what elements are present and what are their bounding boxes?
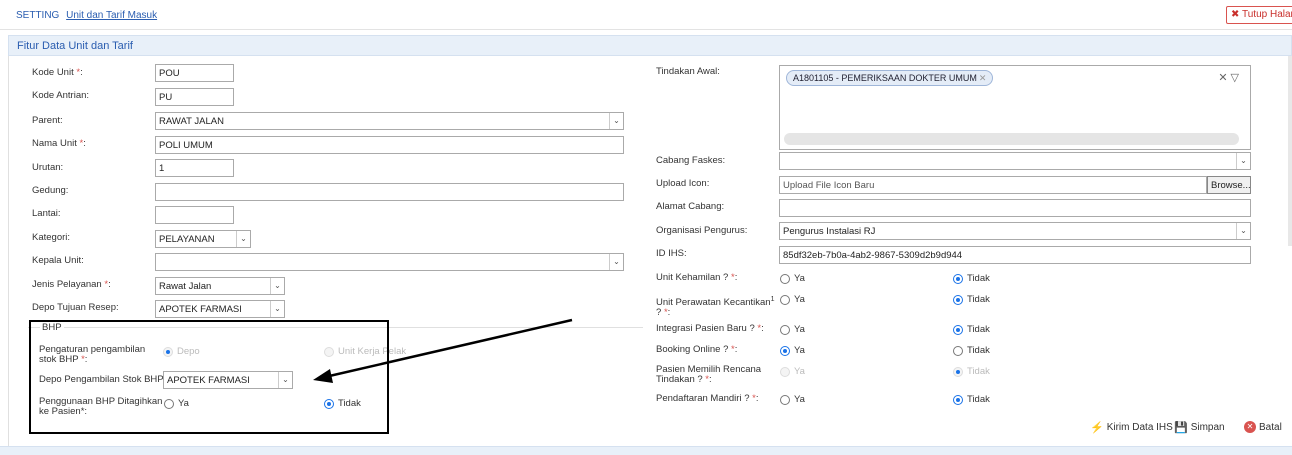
integrasi-tidak-radio[interactable]: Tidak: [953, 324, 990, 335]
kecantikan-label: Unit Perawatan Kecantikan1 ? *:: [656, 296, 775, 319]
radio-dot: [953, 294, 963, 305]
tindakan-awal-label: Tindakan Awal:: [656, 66, 720, 77]
id-ihs-input[interactable]: 85df32eb-7b0a-4ab2-9867-5309d2b9d944: [779, 246, 1251, 264]
radio-dot: [780, 394, 790, 405]
gedung-label: Gedung:: [32, 185, 69, 196]
batal-button[interactable]: ✕ Batal: [1244, 421, 1282, 433]
lightning-icon: ⚡: [1090, 422, 1104, 434]
radio-dot: [780, 324, 790, 335]
kategori-select[interactable]: PELAYANAN ⌄: [155, 230, 251, 248]
booking-tidak-radio[interactable]: Tidak: [953, 345, 990, 356]
kehamilan-label: Unit Kehamilan ? *:: [656, 272, 738, 283]
chevron-down-icon: ⌄: [270, 278, 284, 294]
rencana-ya-radio[interactable]: Ya: [780, 366, 805, 377]
booking-label: Booking Online ? *:: [656, 344, 738, 355]
alamat-cabang-input[interactable]: [779, 199, 1251, 217]
rencana-tidak-radio[interactable]: Tidak: [953, 366, 990, 377]
next-panel-header: [0, 446, 1292, 455]
clear-dropdown-icon[interactable]: ✕▽: [1218, 71, 1242, 84]
kecantikan-tidak-radio[interactable]: Tidak: [953, 294, 990, 305]
highlight-box: [29, 320, 389, 434]
remove-tag-icon[interactable]: ✕: [979, 73, 987, 83]
kode-antrian-label: Kode Antrian:: [32, 90, 90, 101]
rencana-label: Pasien Memilih Rencana Tindakan ? *:: [656, 364, 762, 385]
urutan-input[interactable]: 1: [155, 159, 234, 177]
kehamilan-ya-radio[interactable]: Ya: [780, 273, 805, 284]
depo-resep-select[interactable]: APOTEK FARMASI ⌄: [155, 300, 285, 318]
kode-unit-input[interactable]: POU: [155, 64, 234, 82]
radio-dot: [780, 366, 790, 377]
scrollbar[interactable]: [784, 133, 1239, 145]
organisasi-label: Organisasi Pengurus:: [656, 225, 748, 236]
save-icon: 💾: [1174, 422, 1188, 434]
id-ihs-label: ID IHS:: [656, 248, 687, 259]
panel-header: Fitur Data Unit dan Tarif: [8, 35, 1292, 56]
nama-unit-input[interactable]: POLI UMUM: [155, 136, 624, 154]
radio-dot: [953, 394, 963, 405]
chevron-down-icon: ⌄: [236, 231, 250, 247]
depo-resep-label: Depo Tujuan Resep:: [32, 302, 119, 313]
breadcrumb-section: SETTING: [16, 10, 60, 21]
cabang-faskes-select[interactable]: ⌄: [779, 152, 1251, 170]
kirim-ihs-button[interactable]: ⚡ Kirim Data IHS: [1090, 421, 1173, 434]
urutan-label: Urutan:: [32, 162, 64, 173]
tindakan-awal-multiselect[interactable]: A1801105 - PEMERIKSAAN DOKTER UMUM ✕ ✕▽: [779, 65, 1251, 150]
simpan-button[interactable]: 💾 Simpan: [1174, 421, 1225, 434]
parent-label: Parent:: [32, 115, 63, 126]
mandiri-ya-radio[interactable]: Ya: [780, 394, 805, 405]
kepala-unit-label: Kepala Unit:: [32, 255, 84, 266]
scrollbar[interactable]: [1288, 56, 1292, 246]
kecantikan-ya-radio[interactable]: Ya: [780, 294, 805, 305]
radio-dot: [953, 345, 963, 356]
radio-dot: [780, 294, 790, 305]
integrasi-label: Integrasi Pasien Baru ? *:: [656, 323, 764, 334]
browse-button[interactable]: Browse...: [1207, 176, 1251, 194]
close-page-button[interactable]: ✖ Tutup Halam: [1226, 6, 1292, 24]
nama-unit-label: Nama Unit *:: [32, 138, 86, 149]
cancel-icon: ✕: [1244, 421, 1256, 433]
close-page-label: Tutup Halam: [1242, 9, 1292, 20]
mandiri-tidak-radio[interactable]: Tidak: [953, 394, 990, 405]
breadcrumb-link[interactable]: Unit dan Tarif Masuk: [66, 10, 157, 21]
upload-icon-input[interactable]: Upload File Icon Baru: [779, 176, 1207, 194]
jenis-pelayanan-label: Jenis Pelayanan *:: [32, 279, 111, 290]
lantai-input[interactable]: [155, 206, 234, 224]
parent-select[interactable]: RAWAT JALAN ⌄: [155, 112, 624, 130]
tindakan-tag: A1801105 - PEMERIKSAAN DOKTER UMUM ✕: [786, 70, 994, 86]
radio-dot: [953, 273, 963, 284]
chevron-down-icon: ⌄: [609, 254, 623, 270]
kode-antrian-input[interactable]: PU: [155, 88, 234, 106]
radio-dot: [780, 345, 790, 356]
jenis-pelayanan-select[interactable]: Rawat Jalan ⌄: [155, 277, 285, 295]
integrasi-ya-radio[interactable]: Ya: [780, 324, 805, 335]
booking-ya-radio[interactable]: Ya: [780, 345, 805, 356]
top-bar: SETTING Unit dan Tarif Masuk ✖ Tutup Hal…: [0, 0, 1292, 30]
radio-dot: [780, 273, 790, 284]
organisasi-select[interactable]: Pengurus Instalasi RJ ⌄: [779, 222, 1251, 240]
chevron-down-icon: ⌄: [1236, 153, 1250, 169]
lantai-label: Lantai:: [32, 208, 61, 219]
close-icon: ✖: [1231, 9, 1240, 20]
gedung-input[interactable]: [155, 183, 624, 201]
radio-dot: [953, 366, 963, 377]
panel-title: Fitur Data Unit dan Tarif: [17, 40, 133, 52]
chevron-down-icon: ⌄: [609, 113, 623, 129]
kode-unit-label: Kode Unit *:: [32, 67, 83, 78]
kepala-unit-select[interactable]: ⌄: [155, 253, 624, 271]
chevron-down-icon: ⌄: [1236, 223, 1250, 239]
chevron-down-icon: ⌄: [270, 301, 284, 317]
kehamilan-tidak-radio[interactable]: Tidak: [953, 273, 990, 284]
radio-dot: [953, 324, 963, 335]
cabang-faskes-label: Cabang Faskes:: [656, 155, 726, 166]
kategori-label: Kategori:: [32, 232, 71, 243]
upload-icon-label: Upload Icon:: [656, 178, 710, 189]
alamat-cabang-label: Alamat Cabang:: [656, 201, 725, 212]
mandiri-label: Pendaftaran Mandiri ? *:: [656, 393, 759, 404]
breadcrumb: SETTING Unit dan Tarif Masuk: [16, 10, 157, 21]
